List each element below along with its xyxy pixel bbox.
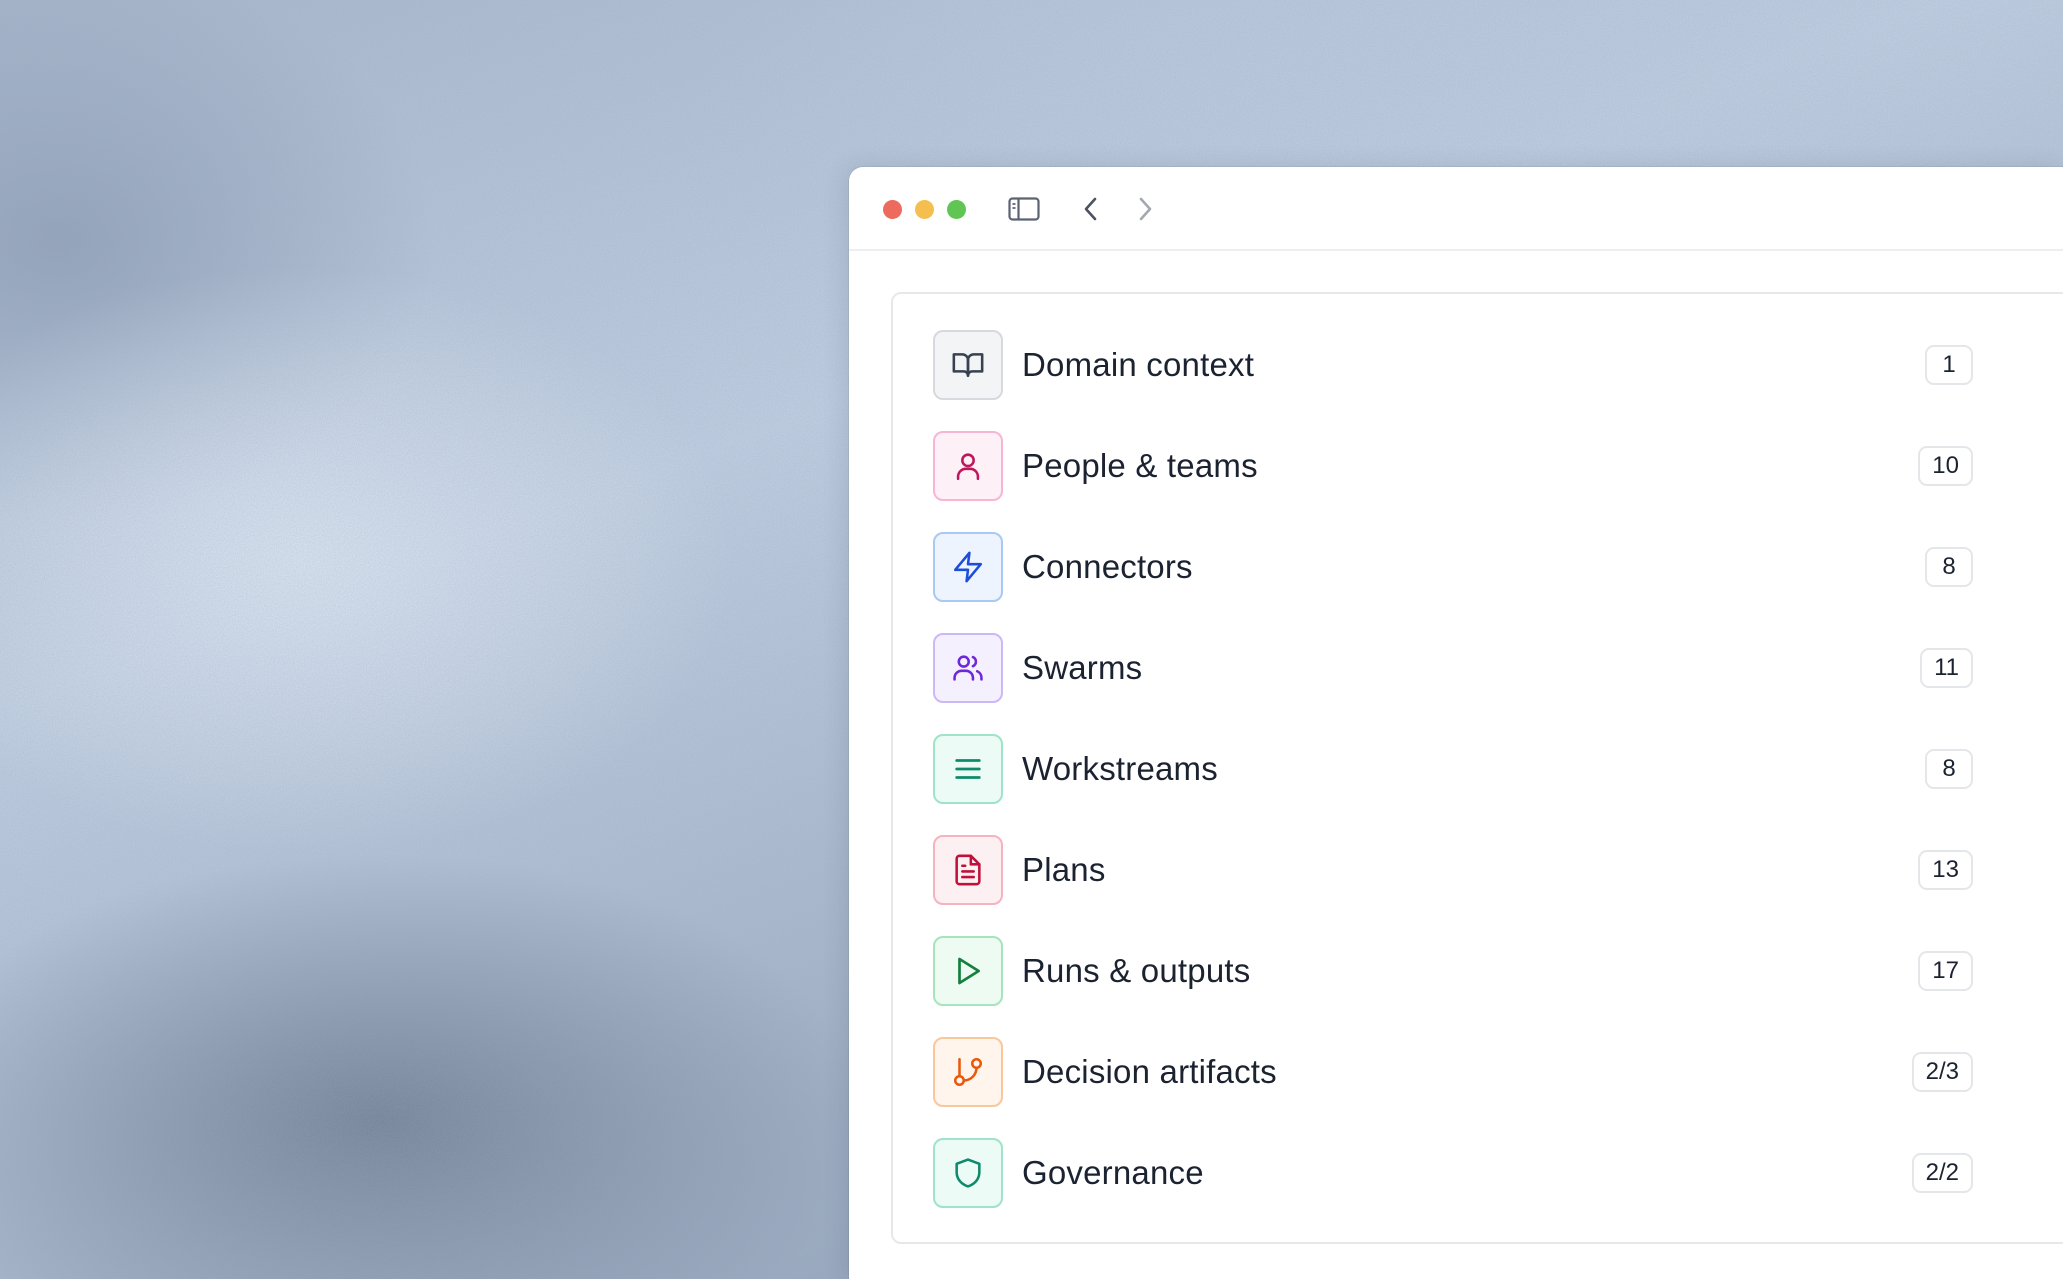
users-icon <box>953 655 983 681</box>
item-label: Runs & outputs <box>1022 952 1251 989</box>
count-badge: 11 <box>1920 648 1973 688</box>
count-badge: 8 <box>1925 547 1973 587</box>
icon-box <box>933 532 1003 602</box>
count-badge: 17 <box>1918 951 1973 991</box>
book-open-icon <box>952 353 984 377</box>
close-window-button[interactable] <box>883 200 902 219</box>
count-badge: 1 <box>1925 345 1973 385</box>
sidebar-toggle-button[interactable] <box>1004 191 1044 227</box>
icon-box <box>933 1037 1003 1107</box>
list-item-workstreams[interactable]: Workstreams 8 <box>933 732 1973 806</box>
count-badge: 2/3 <box>1911 1052 1973 1092</box>
count-badge: 10 <box>1918 446 1973 486</box>
list-item-decision-artifacts[interactable]: Decision artifacts 2/3 <box>933 1035 1973 1109</box>
count-badge: 13 <box>1918 850 1973 890</box>
shield-icon <box>955 1158 981 1188</box>
list-item-plans[interactable]: Plans 13 <box>933 833 1973 907</box>
item-label: Plans <box>1022 851 1106 888</box>
back-button[interactable] <box>1071 191 1111 227</box>
item-label: Governance <box>1022 1154 1204 1191</box>
icon-box <box>933 330 1003 400</box>
play-icon <box>958 957 980 985</box>
list-item-domain-context[interactable]: Domain context 1 <box>933 328 1973 402</box>
icon-box <box>933 936 1003 1006</box>
count-badge: 2/2 <box>1911 1153 1973 1193</box>
category-list-panel: Domain context 1 People & teams 10 Conne… <box>891 292 2063 1244</box>
list-item-swarms[interactable]: Swarms 11 <box>933 631 1973 705</box>
list-item-connectors[interactable]: Connectors 8 <box>933 530 1973 604</box>
git-branch-icon <box>953 1057 983 1087</box>
icon-box <box>933 1138 1003 1208</box>
item-label: Decision artifacts <box>1022 1053 1277 1090</box>
document-icon <box>955 854 981 886</box>
item-label: People & teams <box>1022 447 1258 484</box>
icon-box <box>933 835 1003 905</box>
forward-button[interactable] <box>1125 191 1165 227</box>
title-bar <box>849 167 2063 251</box>
chevron-right-icon <box>1139 197 1152 221</box>
icon-box <box>933 734 1003 804</box>
item-label: Domain context <box>1022 346 1255 383</box>
chevron-left-icon <box>1084 197 1097 221</box>
lightning-icon <box>953 551 983 583</box>
icon-box <box>933 633 1003 703</box>
list-item-people-teams[interactable]: People & teams 10 <box>933 429 1973 503</box>
item-label: Workstreams <box>1022 750 1218 787</box>
minimize-window-button[interactable] <box>915 200 934 219</box>
user-icon <box>956 453 980 481</box>
icon-box <box>933 431 1003 501</box>
item-label: Swarms <box>1022 649 1143 686</box>
sidebar-toggle-icon <box>1008 197 1040 221</box>
list-item-runs-outputs[interactable]: Runs & outputs 17 <box>933 934 1973 1008</box>
count-badge: 8 <box>1925 749 1973 789</box>
app-window: Domain context 1 People & teams 10 Conne… <box>849 167 2063 1279</box>
zoom-window-button[interactable] <box>947 200 966 219</box>
list-icon <box>955 759 981 779</box>
item-label: Connectors <box>1022 548 1193 585</box>
list-item-governance[interactable]: Governance 2/2 <box>933 1136 1973 1210</box>
